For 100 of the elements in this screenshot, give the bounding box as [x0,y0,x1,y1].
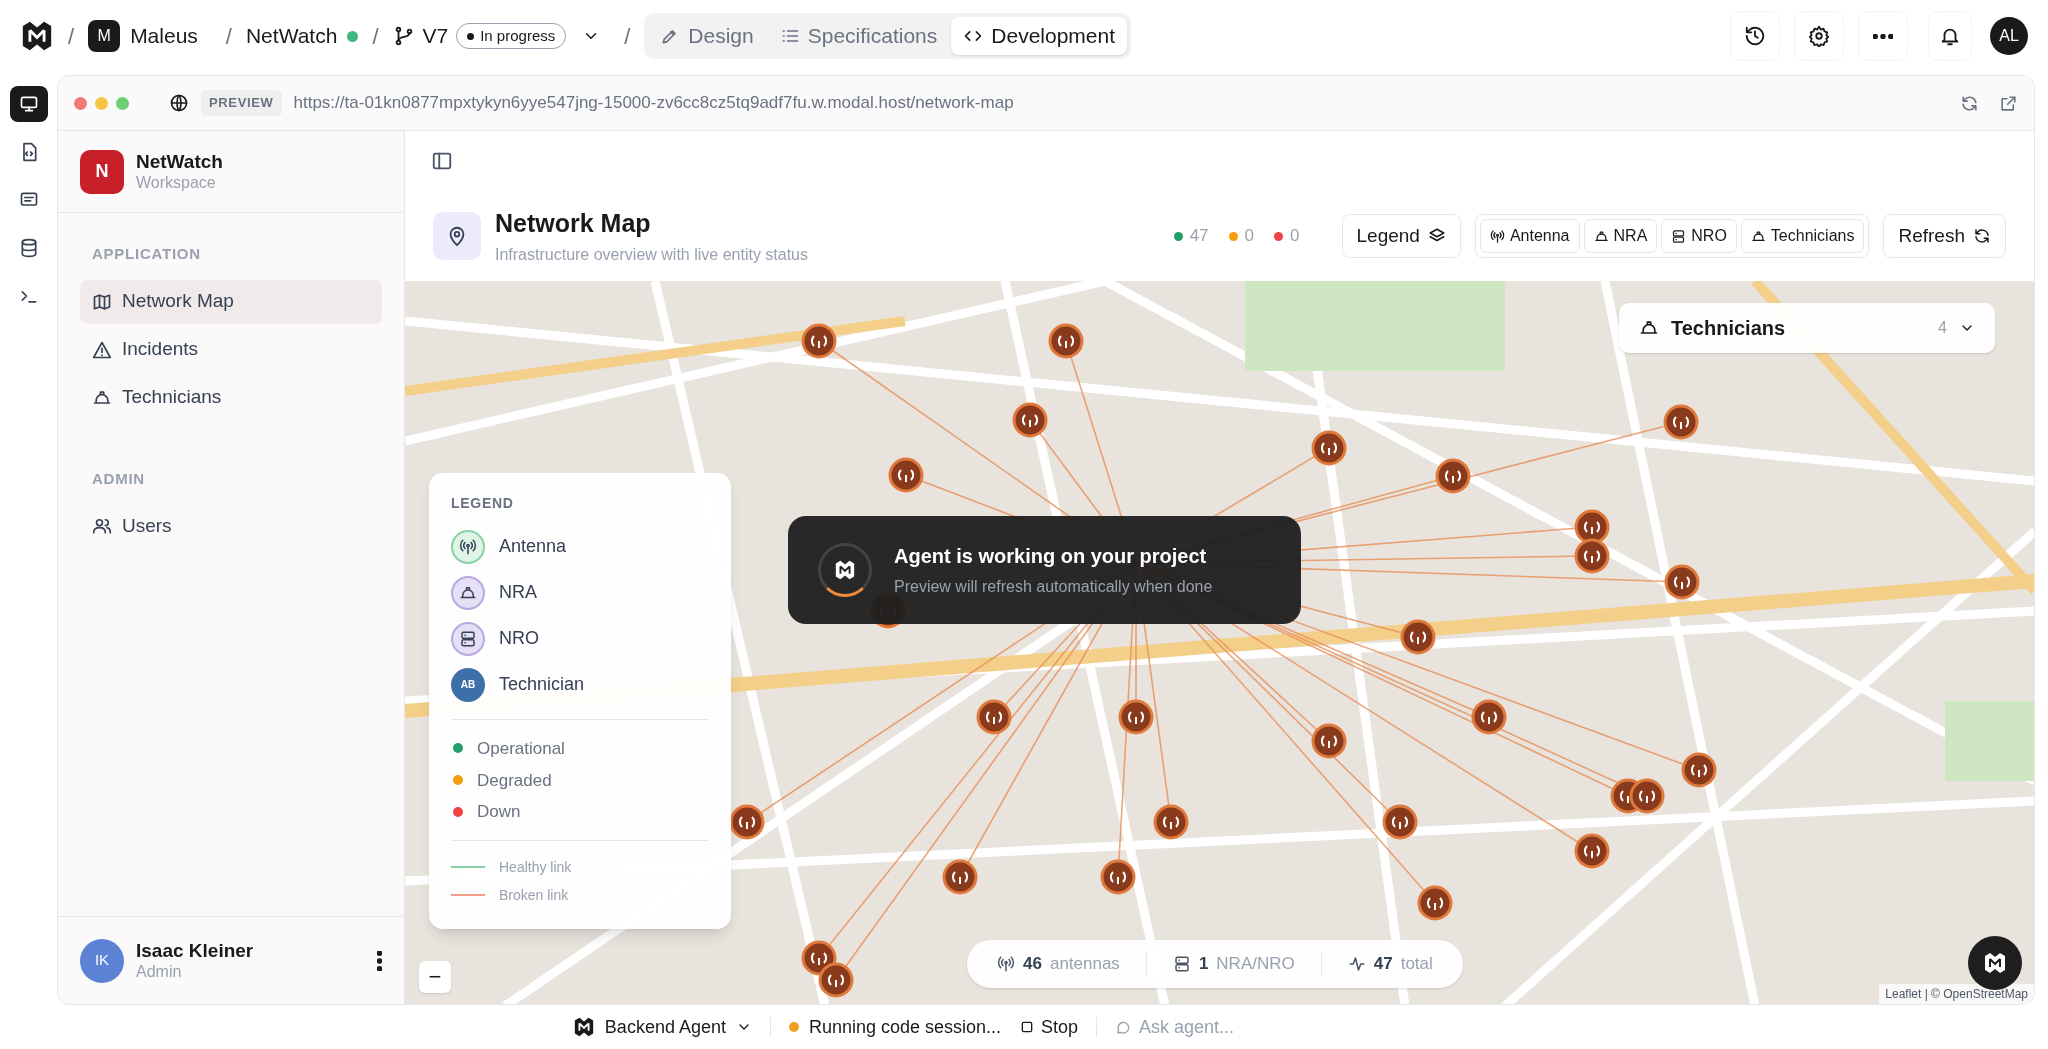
session-status: Running code session... [808,1015,1002,1039]
stat-label: total [1400,953,1433,976]
history-icon [1744,25,1766,47]
antenna-icon [459,537,477,556]
stat-label: NRA/NRO [1216,953,1295,976]
map-attribution[interactable]: Leaflet | © OpenStreetMap [1879,984,2034,1004]
toolbar-button[interactable] [1794,11,1844,61]
stat-value: 46 [1023,953,1042,976]
refresh-icon [1960,93,1979,113]
settings-icon [1808,25,1830,47]
legend-label: Broken link [499,885,569,905]
activity-icon [1347,955,1366,973]
legend-label: Operational [477,737,565,760]
ask-agent-field[interactable]: Ask agent... [1139,1013,1476,1041]
hard-hat-icon [1750,228,1766,244]
stat-value: 47 [1373,953,1393,976]
dropdown-label: Technicians [1671,316,1786,341]
app-logo [834,559,856,581]
legend-button[interactable]: Legend [1341,214,1461,258]
sidebar-icon [431,150,453,172]
technicians-dropdown[interactable]: Technicians 4 [1619,303,1995,353]
nav-item[interactable]: Technicians [80,375,382,420]
legend-label: Technician [499,673,585,696]
legend-label: Degraded [477,769,552,792]
legend-label: Healthy link [499,857,572,877]
nav-item[interactable]: Network Map [80,279,382,324]
legend-label: NRO [499,627,539,651]
filter-chip[interactable]: NRO [1661,219,1737,253]
refresh-icon [1973,227,1991,245]
legend-label: Antenna [499,535,567,559]
page-subtitle: Infrastructure overview with live entity status [495,244,808,265]
stat-value: 1 [1198,953,1209,976]
mode-tab[interactable]: Design [648,17,766,55]
workspace-avatar: M [88,20,121,52]
status-count: 0 [1244,225,1255,248]
server-icon [1172,955,1191,973]
breadcrumb-separator: / [372,22,379,51]
mode-tab[interactable]: Development [951,17,1128,55]
external-link-icon [1999,93,2018,113]
legend-label: NRA [499,581,537,605]
stat-label: antennas [1049,953,1120,976]
preview-badge: PREVIEW [201,90,282,116]
refresh-button[interactable]: Refresh [1883,214,2006,258]
hard-hat-icon [1593,228,1609,244]
version-switcher[interactable]: V7 In progress [392,20,601,52]
toast-title: Agent is working on your project [894,544,1208,569]
user-avatar: IK [80,938,124,983]
reload-button[interactable] [1960,93,1979,113]
user-role: Admin [136,962,183,983]
rail-button[interactable] [9,86,48,122]
project-name: NetWatch [245,23,338,50]
breadcrumb-separator: / [225,22,232,51]
stop-button[interactable]: Stop [1019,1013,1079,1041]
more-icon [1873,33,1893,39]
workspace-switcher[interactable]: M Maleus [88,20,198,52]
filter-chip[interactable]: NRA [1583,219,1658,253]
users-icon [92,516,112,536]
monitor-icon [18,94,39,114]
brand-subtitle: Workspace [136,173,217,194]
globe-icon [169,93,189,113]
brand-name: NetWatch [136,149,223,174]
filter-chip[interactable]: Technicians [1740,219,1865,253]
more-vertical-icon [377,950,382,971]
version-name: V7 [422,23,449,50]
agent-selector[interactable]: Backend Agent [572,1013,752,1041]
antenna-icon [997,955,1015,973]
status-count: 0 [1290,225,1300,248]
app-logo [20,19,54,53]
app-logo [1983,951,2007,975]
status-count: 47 [1189,225,1209,248]
legend-label: Down [477,801,521,824]
section-heading: ADMIN [91,468,146,489]
zoom-out-button[interactable]: − [419,961,451,993]
filter-chip[interactable]: Antenna [1479,219,1580,253]
toast-subtitle: Preview will refresh automatically when done [894,577,1213,597]
notifications-button[interactable] [1928,11,1972,61]
toolbar-button[interactable] [1858,11,1908,61]
mode-tab[interactable]: Specifications [767,17,950,55]
toolbar-button[interactable] [1730,11,1780,61]
server-icon [1671,228,1687,244]
breadcrumb-separator: / [624,22,631,51]
warning-icon [92,339,112,360]
breadcrumb-separator: / [68,22,75,51]
workspace-name: Maleus [130,23,198,50]
nav-item[interactable]: Users [80,504,382,548]
legend-title: LEGEND [451,494,515,513]
user-menu-button[interactable] [377,950,382,971]
nav-item[interactable]: Incidents [80,327,382,372]
app-logo [572,1016,595,1038]
brand-logo: N [80,149,124,194]
open-external-button[interactable] [1999,93,2018,113]
user-name: Isaac Kleiner [136,938,255,963]
technician-marker: AB [451,667,485,702]
user-avatar[interactable]: AL [1990,17,2028,55]
server-icon [459,629,477,648]
window-controls-icon [74,96,129,110]
project-switcher[interactable]: NetWatch [245,20,359,52]
section-heading: APPLICATION [91,244,202,264]
antenna-icon [1489,228,1505,244]
sidebar-toggle-button[interactable] [431,150,453,172]
